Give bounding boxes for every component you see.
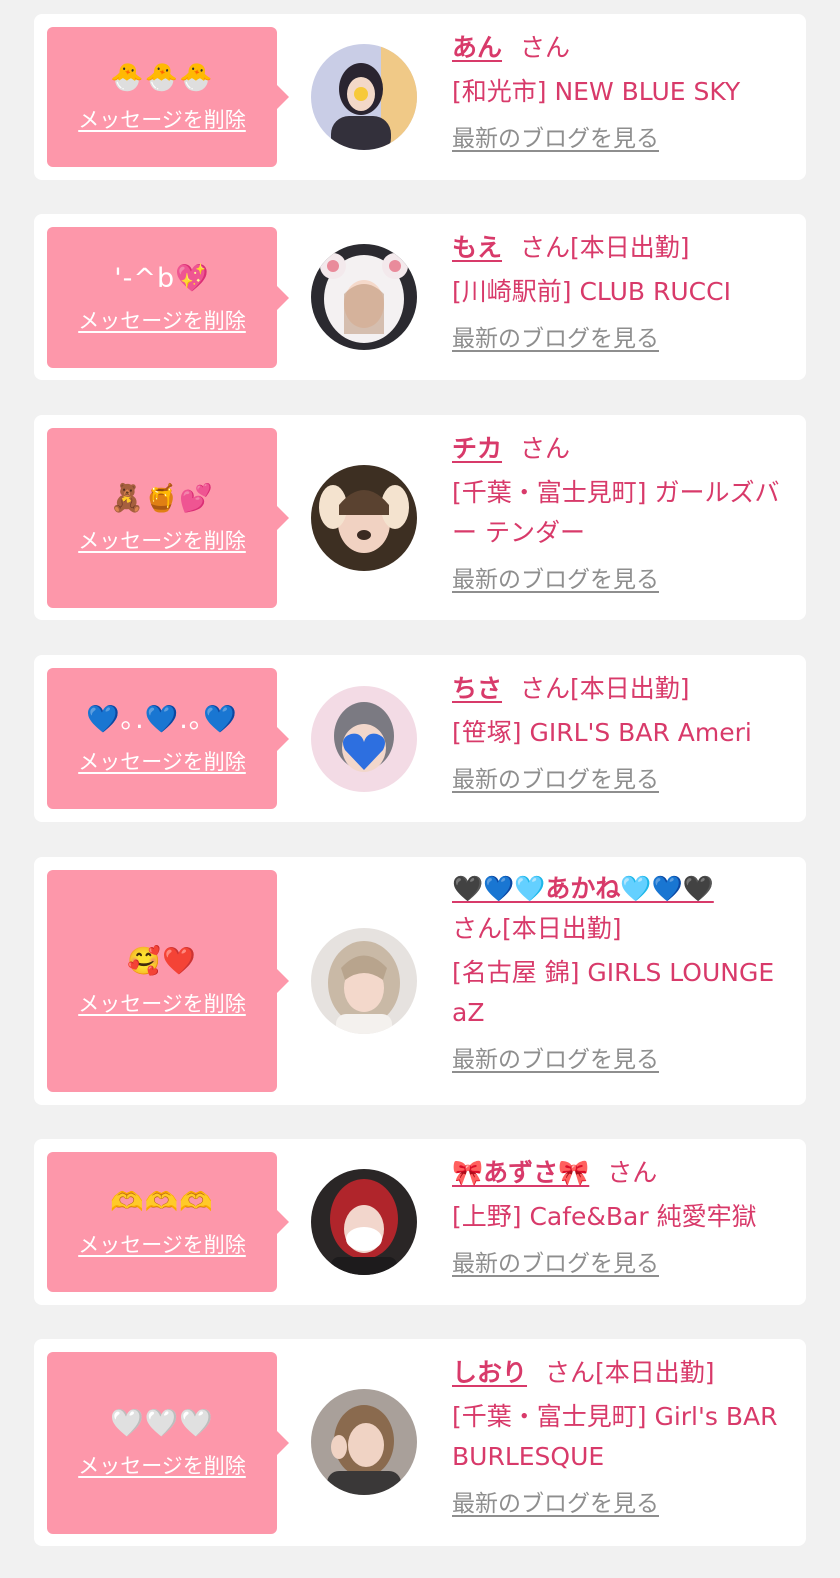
girl-name-link[interactable]: しおり bbox=[452, 1358, 527, 1387]
delete-message-link[interactable]: メッセージを削除 bbox=[78, 305, 246, 335]
latest-blog-link[interactable]: 最新のブログを見る bbox=[452, 122, 659, 156]
avatar[interactable] bbox=[311, 1389, 417, 1495]
shop-name: [千葉・富士見町] Girl's BAR BURLESQUE bbox=[452, 1402, 778, 1471]
san-label: さん bbox=[520, 434, 571, 463]
attendance-tag: [本日出勤] bbox=[502, 914, 622, 943]
latest-blog-link[interactable]: 最新のブログを見る bbox=[452, 1487, 659, 1521]
message-text: 🐣🐣🐣 bbox=[110, 62, 214, 93]
message-text: 🫶🫶🫶 bbox=[110, 1187, 214, 1218]
san-label: さん bbox=[520, 674, 571, 703]
avatar[interactable] bbox=[311, 465, 417, 571]
girl-name-link[interactable]: チカ bbox=[452, 434, 502, 463]
girl-name-link[interactable]: もえ bbox=[452, 233, 502, 262]
latest-blog-link[interactable]: 最新のブログを見る bbox=[452, 563, 659, 597]
attendance-tag: [本日出勤] bbox=[570, 674, 690, 703]
info: 🎀あずさ🎀 さん [上野] Cafe&Bar 純愛牢獄 最新のブログを見る bbox=[452, 1153, 798, 1281]
message-card: 💙｡.💙.｡💙 メッセージを削除 ちさ さん[本日出勤] [笹塚] GIRL'S … bbox=[34, 655, 806, 822]
avatar[interactable] bbox=[311, 1169, 417, 1275]
delete-message-link[interactable]: メッセージを削除 bbox=[78, 746, 246, 776]
message-card: '-^b💖 メッセージを削除 もえ さん[本日出勤] [川崎駅前] CLUB RU… bbox=[34, 214, 806, 380]
girl-name-link[interactable]: ちさ bbox=[452, 674, 502, 703]
san-label: さん bbox=[520, 33, 571, 62]
message-bubble: 🥰❤️ メッセージを削除 bbox=[47, 870, 277, 1092]
delete-message-link[interactable]: メッセージを削除 bbox=[78, 988, 246, 1018]
shop-name: [和光市] NEW BLUE SKY bbox=[452, 77, 741, 106]
avatar[interactable] bbox=[311, 928, 417, 1034]
message-list: 🐣🐣🐣 メッセージを削除 あん さん [和光市] NEW BLUE SKY 最新の… bbox=[0, 0, 840, 1578]
delete-message-link[interactable]: メッセージを削除 bbox=[78, 104, 246, 134]
san-label: さん bbox=[607, 1158, 658, 1187]
shop-name: [川崎駅前] CLUB RUCCI bbox=[452, 277, 731, 306]
avatar[interactable] bbox=[311, 244, 417, 350]
message-bubble: 🤍🤍🤍 メッセージを削除 bbox=[47, 1352, 277, 1534]
message-text: 🧸🍯💕 bbox=[110, 483, 214, 514]
delete-message-link[interactable]: メッセージを削除 bbox=[78, 1229, 246, 1259]
message-card: 🥰❤️ メッセージを削除 🖤💙🩵あかね🩵💙🖤 さん[本日出勤] [名古屋 錦] G… bbox=[34, 857, 806, 1105]
girl-name-link[interactable]: あん bbox=[452, 33, 502, 62]
message-text: 💙｡.💙.｡💙 bbox=[85, 703, 239, 735]
delete-message-link[interactable]: メッセージを削除 bbox=[78, 1450, 246, 1480]
info: あん さん [和光市] NEW BLUE SKY 最新のブログを見る bbox=[452, 28, 798, 156]
info: もえ さん[本日出勤] [川崎駅前] CLUB RUCCI 最新のブログを見る bbox=[452, 228, 798, 356]
info: チカ さん [千葉・富士見町] ガールズバー テンダー 最新のブログを見る bbox=[452, 429, 798, 597]
san-label: さん bbox=[545, 1358, 596, 1387]
latest-blog-link[interactable]: 最新のブログを見る bbox=[452, 1043, 659, 1077]
message-bubble: 💙｡.💙.｡💙 メッセージを削除 bbox=[47, 668, 277, 809]
shop-name: [上野] Cafe&Bar 純愛牢獄 bbox=[452, 1202, 757, 1231]
message-text: 🤍🤍🤍 bbox=[110, 1408, 214, 1439]
girl-name-link[interactable]: 🎀あずさ🎀 bbox=[452, 1158, 589, 1187]
delete-message-link[interactable]: メッセージを削除 bbox=[78, 525, 246, 555]
attendance-tag: [本日出勤] bbox=[595, 1358, 715, 1387]
message-bubble: 🐣🐣🐣 メッセージを削除 bbox=[47, 27, 277, 167]
latest-blog-link[interactable]: 最新のブログを見る bbox=[452, 763, 659, 797]
message-bubble: '-^b💖 メッセージを削除 bbox=[47, 227, 277, 368]
message-card: 🧸🍯💕 メッセージを削除 チカ さん [千葉・富士見町] ガールズバー テンダー … bbox=[34, 415, 806, 620]
message-bubble: 🫶🫶🫶 メッセージを削除 bbox=[47, 1152, 277, 1292]
shop-name: [名古屋 錦] GIRLS LOUNGE aZ bbox=[452, 958, 775, 1027]
avatar[interactable] bbox=[311, 44, 417, 150]
shop-name: [千葉・富士見町] ガールズバー テンダー bbox=[452, 478, 780, 547]
message-card: 🤍🤍🤍 メッセージを削除 しおり さん[本日出勤] [千葉・富士見町] Girl'… bbox=[34, 1339, 806, 1546]
message-text: 🥰❤️ bbox=[127, 946, 197, 977]
message-card: 🐣🐣🐣 メッセージを削除 あん さん [和光市] NEW BLUE SKY 最新の… bbox=[34, 14, 806, 180]
avatar[interactable] bbox=[311, 686, 417, 792]
attendance-tag: [本日出勤] bbox=[570, 233, 690, 262]
message-text: '-^b💖 bbox=[114, 262, 210, 294]
info: ちさ さん[本日出勤] [笹塚] GIRL'S BAR Ameri 最新のブログを… bbox=[452, 669, 798, 797]
message-card: 🫶🫶🫶 メッセージを削除 🎀あずさ🎀 さん [上野] Cafe&Bar 純愛牢獄 … bbox=[34, 1139, 806, 1305]
info: しおり さん[本日出勤] [千葉・富士見町] Girl's BAR BURLESQ… bbox=[452, 1353, 798, 1521]
message-bubble: 🧸🍯💕 メッセージを削除 bbox=[47, 428, 277, 608]
shop-name: [笹塚] GIRL'S BAR Ameri bbox=[452, 718, 752, 747]
info: 🖤💙🩵あかね🩵💙🖤 さん[本日出勤] [名古屋 錦] GIRLS LOUNGE a… bbox=[452, 869, 798, 1077]
san-label: さん bbox=[452, 914, 503, 943]
san-label: さん bbox=[520, 233, 571, 262]
latest-blog-link[interactable]: 最新のブログを見る bbox=[452, 322, 659, 356]
girl-name-link[interactable]: 🖤💙🩵あかね🩵💙🖤 bbox=[452, 874, 714, 903]
latest-blog-link[interactable]: 最新のブログを見る bbox=[452, 1247, 659, 1281]
